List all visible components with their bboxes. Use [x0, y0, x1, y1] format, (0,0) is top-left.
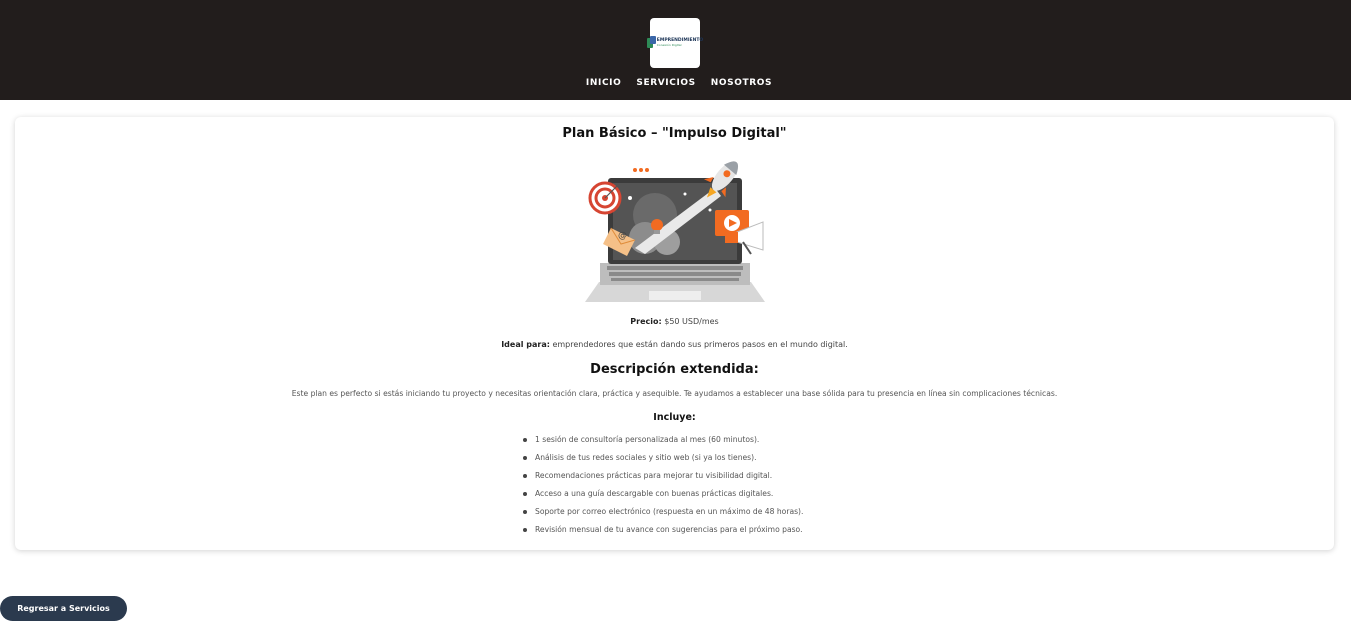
logo-line-2: Conexión Digital: [656, 42, 682, 47]
ideal-label: Ideal para:: [501, 340, 550, 349]
price-value: $50 USD/mes: [661, 317, 719, 326]
logo-text: EMPRENDIMIENTO Conexión Digital: [657, 39, 703, 47]
nav-link-servicios[interactable]: SERVICIOS: [636, 78, 695, 88]
plan-price: Precio: $50 USD/mes: [15, 317, 1334, 326]
logo[interactable]: EMPRENDIMIENTO Conexión Digital: [646, 18, 703, 68]
top-header: EMPRENDIMIENTO Conexión Digital INICIO S…: [0, 0, 1351, 100]
ideal-value: emprendedores que están dando sus primer…: [549, 340, 848, 349]
list-item: Acceso a una guía descargable con buenas…: [523, 489, 803, 507]
price-label: Precio:: [630, 317, 662, 326]
list-item: 1 sesión de consultoría personalizada al…: [523, 435, 803, 453]
list-item: Soporte por correo electrónico (respuest…: [523, 507, 803, 525]
list-item: Análisis de tus redes sociales y sitio w…: [523, 453, 803, 471]
logo-mark-icon: [646, 36, 656, 50]
plan-card: Plan Básico – "Impulso Digital" @ Precio…: [15, 117, 1334, 550]
digital-marketing-illustration: @: [585, 161, 765, 302]
list-item: Recomendaciones prácticas para mejorar t…: [523, 471, 803, 489]
description-heading: Descripción extendida:: [590, 362, 759, 377]
svg-text:@: @: [618, 231, 627, 241]
nav-link-inicio[interactable]: INICIO: [586, 78, 621, 88]
logo-content: EMPRENDIMIENTO Conexión Digital: [646, 36, 703, 50]
includes-heading: Incluye:: [653, 412, 696, 423]
plan-title: Plan Básico – "Impulso Digital": [562, 126, 787, 141]
back-to-services-button[interactable]: Regresar a Servicios: [0, 596, 127, 621]
nav-link-nosotros[interactable]: NOSOTROS: [711, 78, 772, 88]
includes-list: 1 sesión de consultoría personalizada al…: [523, 435, 803, 543]
plan-ideal-for: Ideal para: emprendedores que están dand…: [15, 340, 1334, 349]
description-text: Este plan es perfecto si estás iniciando…: [291, 389, 1058, 398]
main-nav: INICIO SERVICIOS NOSOTROS: [0, 78, 1351, 88]
list-item: Revisión mensual de tu avance con sugere…: [523, 525, 803, 543]
